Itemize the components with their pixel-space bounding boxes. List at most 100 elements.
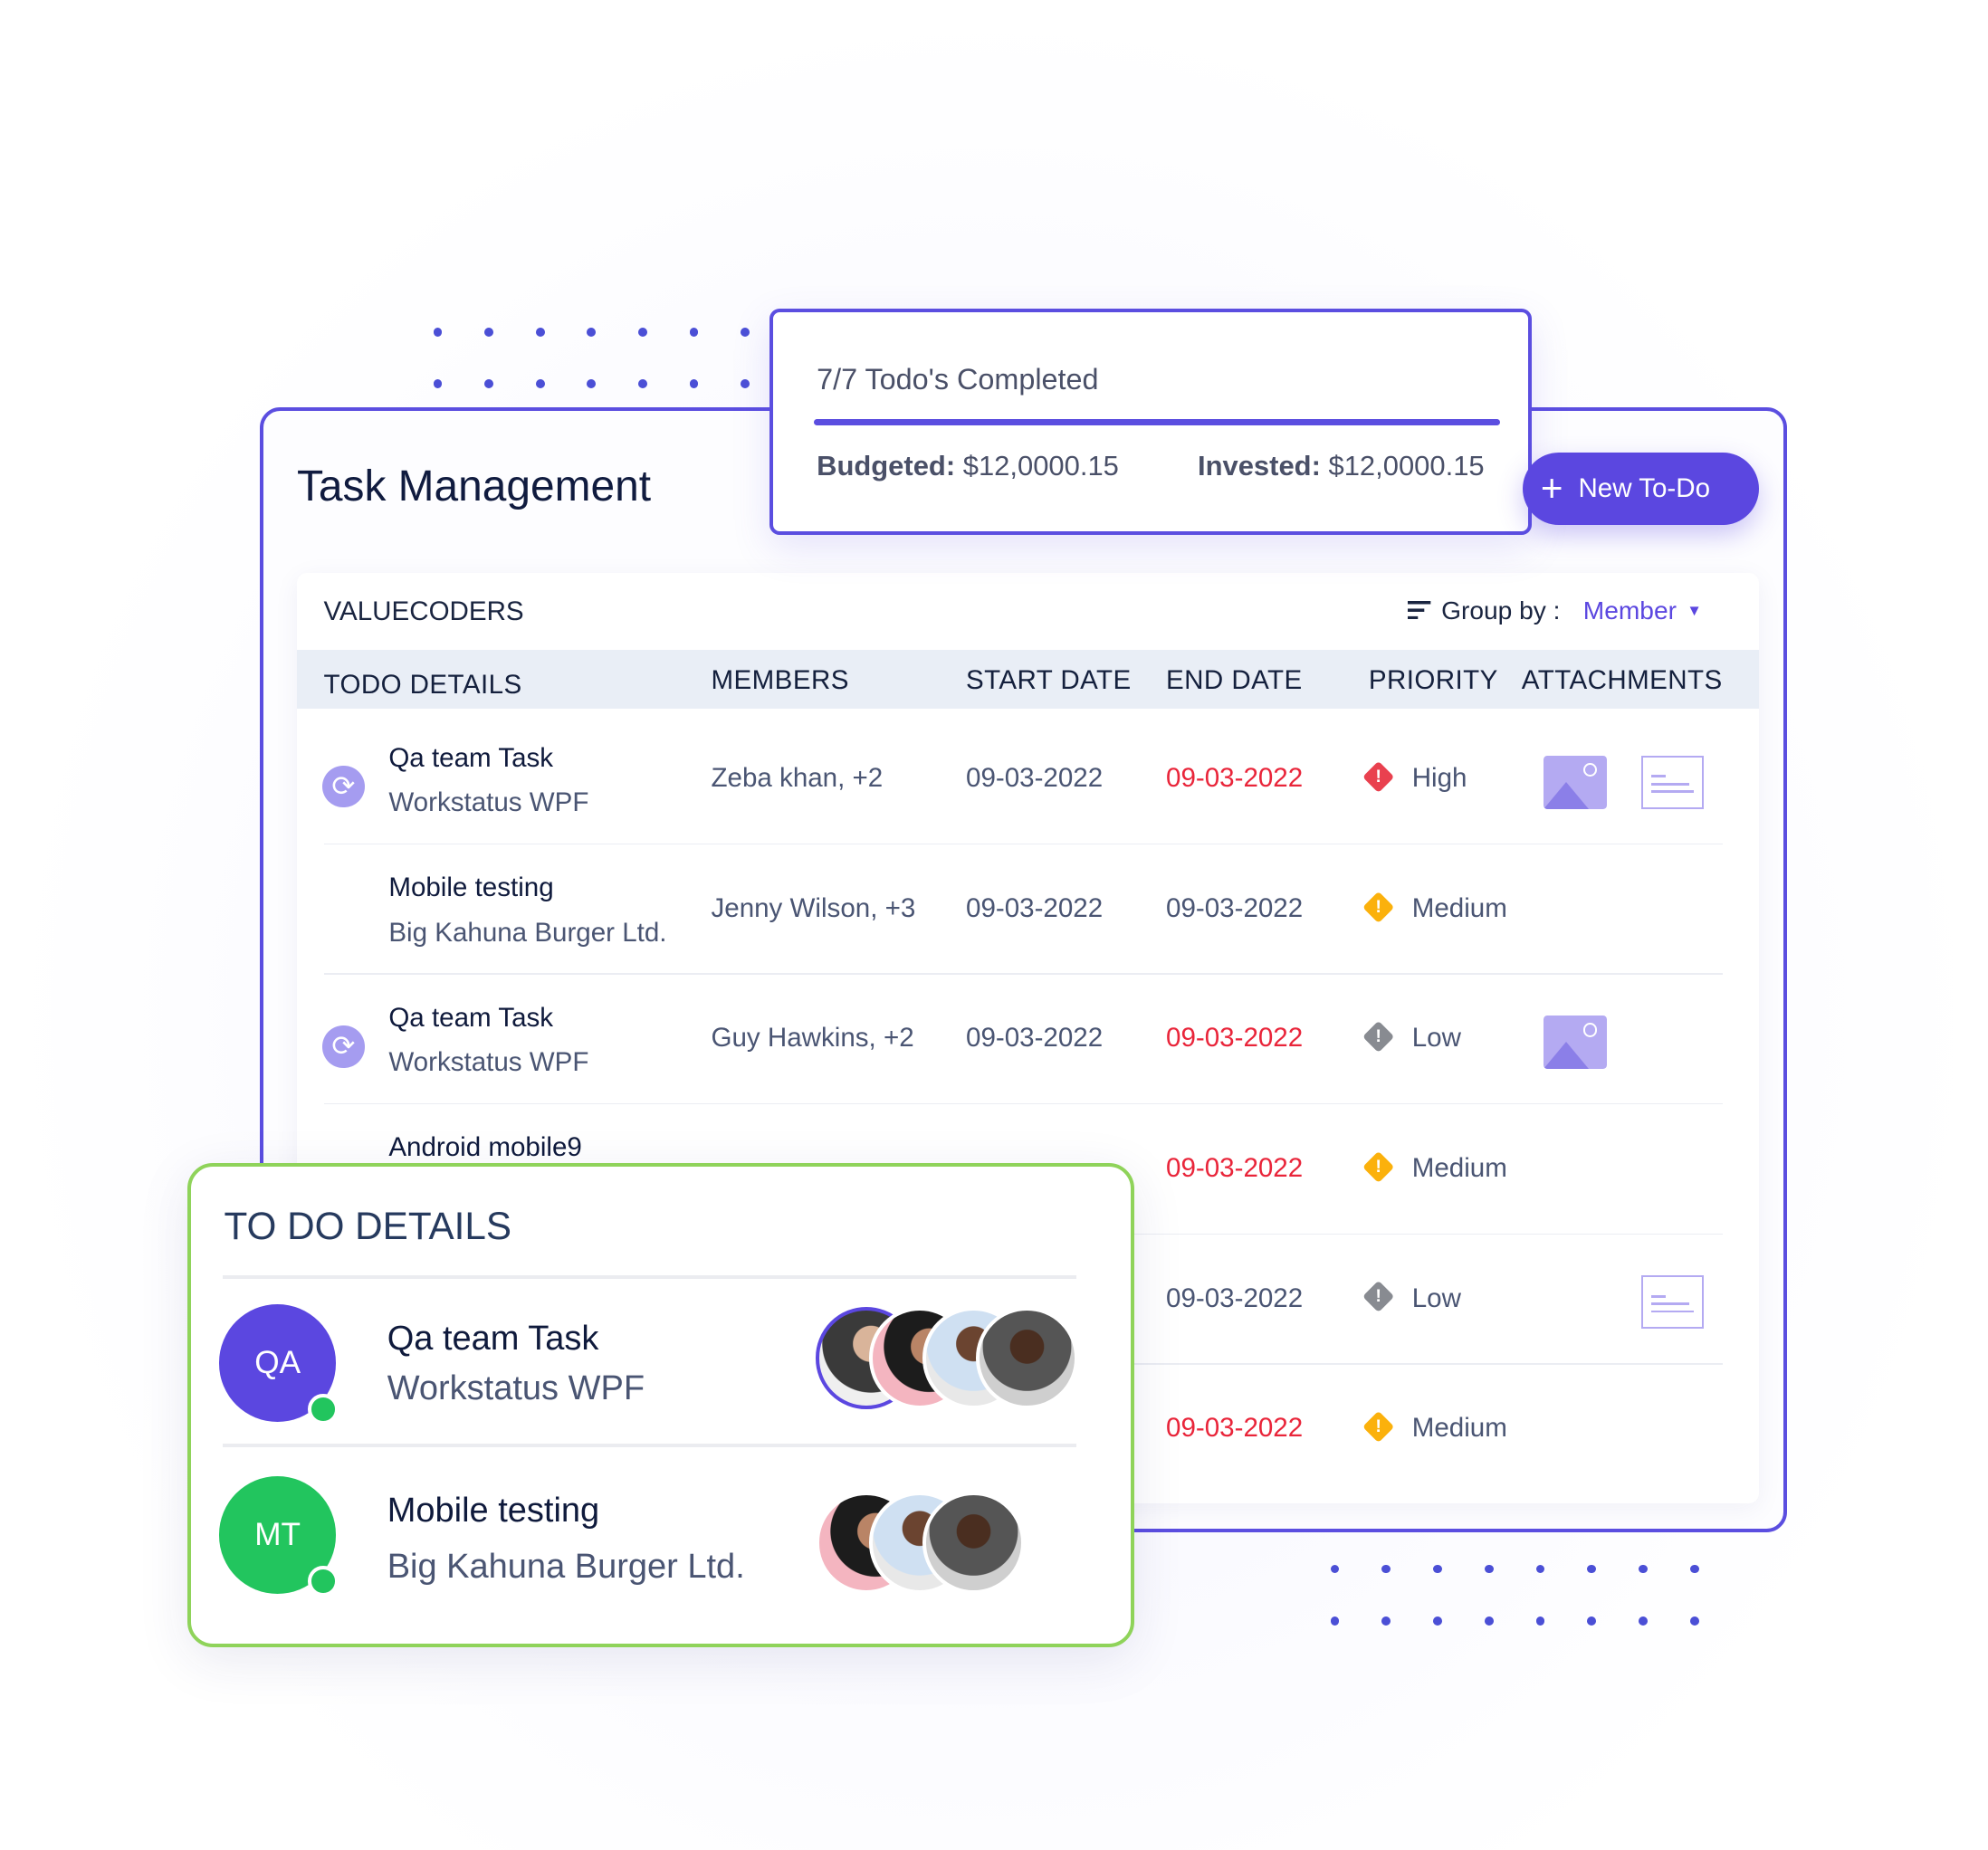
doc-line [1650,1310,1695,1313]
image-attachment-icon[interactable] [1543,1015,1608,1070]
new-todo-label: New To-Do [1578,472,1711,503]
exclamation-glyph: ! [1375,896,1382,917]
priority: Medium [1411,892,1507,923]
end-date: 09-03-2022 [1166,1023,1304,1054]
decorative-dot [484,327,494,337]
doc-line [1650,775,1667,778]
group-by-value[interactable]: Member [1583,596,1677,625]
task-name[interactable]: Mobile testing [388,873,553,903]
end-date: 09-03-2022 [1166,892,1304,923]
column-attachments[interactable]: ATTACHMENTS [1522,665,1723,696]
exclamation-glyph: ! [1375,1156,1382,1177]
decorative-dot [1535,1564,1545,1574]
project-name: Workstatus WPF [388,1047,589,1078]
priority: Low [1411,1283,1461,1313]
end-date: 09-03-2022 [1166,763,1304,794]
member-avatar[interactable] [976,1307,1078,1409]
decorative-dot [1639,1616,1648,1626]
exclamation-glyph: ! [1375,1286,1382,1307]
organization-name: VALUECODERS [323,596,524,626]
decorative-dot [433,379,443,389]
divider [223,1443,1077,1447]
column-priority[interactable]: PRIORITY [1369,665,1498,696]
decorative-dot [689,379,699,389]
members: Zeba khan, +2 [711,763,884,794]
decorative-dot [484,379,494,389]
group-by-control[interactable]: Group by : Member ▼ [1408,596,1702,625]
column-end-date[interactable]: END DATE [1166,665,1303,696]
budgeted-value: $12,0000.15 [962,449,1119,482]
member-avatar[interactable] [922,1492,1025,1594]
todo-details-card: TO DO DETAILS QA Qa team Task Workstatus W… [186,1163,1134,1648]
document-attachment-icon[interactable] [1641,755,1705,809]
online-status-dot [308,1393,339,1425]
decorative-dot [1484,1564,1494,1574]
project-name: Big Kahuna Burger Ltd. [388,917,667,948]
avatar-initials: MT [254,1517,301,1553]
decorative-dot [1433,1616,1442,1626]
decorative-dot [535,327,545,337]
table-row[interactable]: ⟳ Qa team Task Workstatus WPF Zeba khan, +2… [297,715,1759,845]
priority: Medium [1411,1413,1507,1444]
decorative-dot [741,379,750,389]
completion-progress-bar [814,418,1500,425]
task-name[interactable]: Qa team Task [388,743,553,774]
invested: Invested: $12,0000.15 [1198,450,1485,482]
task-name[interactable]: Android mobile9 [388,1132,582,1163]
sort-lines-icon [1408,596,1431,625]
todo-name[interactable]: Mobile testing [387,1492,599,1531]
priority-medium-icon: ! [1362,1150,1396,1184]
budgeted: Budgeted: $12,0000.15 [817,450,1119,482]
task-name[interactable]: Qa team Task [388,1003,553,1034]
priority: Low [1411,1023,1461,1054]
todo-name[interactable]: Qa team Task [387,1320,599,1359]
avatar-qa: QA [218,1304,339,1425]
column-members[interactable]: MEMBERS [711,665,848,696]
decorative-dot [1639,1564,1648,1574]
decorative-dot [587,379,597,389]
decorative-dot [1330,1616,1340,1626]
priority: High [1411,763,1467,794]
doc-line [1650,782,1689,786]
start-date: 09-03-2022 [966,1023,1104,1054]
decorative-dot [637,327,647,337]
exclamation-glyph: ! [1375,1416,1382,1436]
priority-medium-icon: ! [1362,1410,1396,1444]
priority-low-icon: ! [1362,1020,1396,1054]
caret-down-icon: ▼ [1687,601,1702,619]
avatar-mt: MT [218,1476,339,1597]
card-title: TO DO DETAILS [224,1205,512,1248]
column-todo-details[interactable]: TODO DETAILS [324,670,522,701]
budgeted-label: Budgeted: [817,449,956,482]
decorative-dot [1587,1616,1597,1626]
decorative-dot [1535,1616,1545,1626]
completion-summary-card: 7/7 Todo's Completed Budgeted: $12,0000.… [769,308,1533,536]
new-todo-button[interactable]: + New To-Do [1523,452,1759,525]
end-date: 09-03-2022 [1166,1413,1304,1444]
decorative-dot [1330,1564,1340,1574]
end-date: 09-03-2022 [1166,1152,1304,1183]
decorative-dot [1433,1564,1442,1574]
table-row[interactable]: Mobile testing Big Kahuna Burger Ltd. Jenn… [297,844,1759,975]
decorative-dot [1689,1564,1699,1574]
table-row[interactable]: ⟳ Qa team Task Workstatus WPF Guy Hawkins, … [297,975,1759,1105]
recurring-icon: ⟳ [322,1025,365,1068]
decorative-dot [1587,1564,1597,1574]
decorative-dot [1381,1616,1391,1626]
priority-medium-icon: ! [1362,891,1396,924]
doc-line [1650,1302,1689,1306]
priority-low-icon: ! [1362,1281,1396,1313]
priority-high-icon: ! [1362,760,1396,794]
column-start-date[interactable]: START DATE [966,665,1132,696]
image-attachment-icon[interactable] [1543,755,1608,809]
divider [223,1274,1077,1280]
invested-value: $12,0000.15 [1328,449,1485,482]
exclamation-glyph: ! [1375,766,1382,787]
table-header: TODO DETAILS MEMBERS START DATE END DATE… [296,649,1759,709]
recurring-icon: ⟳ [322,766,365,808]
group-by-label: Group by : [1441,596,1561,625]
plus-icon: + [1540,466,1563,510]
document-attachment-icon[interactable] [1641,1275,1705,1330]
decorative-dot [637,379,647,389]
invested-label: Invested: [1198,449,1321,482]
